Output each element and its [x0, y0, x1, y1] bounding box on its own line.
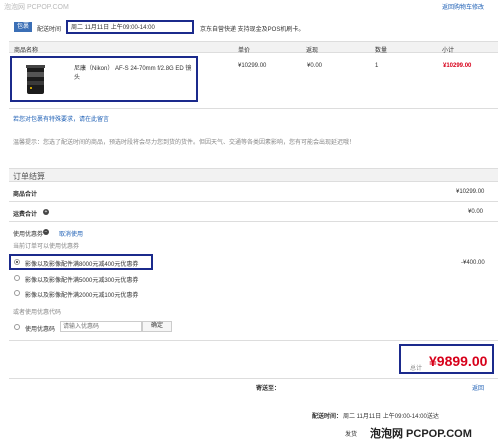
back-to-cart-link[interactable]: 返回购物车修改: [442, 2, 484, 11]
coupon-label: 使用优惠券: [13, 232, 44, 238]
product-name[interactable]: 尼康（Nikon） AF-S 24-70mm f/2.8G ED 镜头: [74, 63, 196, 81]
divider: [9, 221, 498, 222]
table-header: 商品名称 单价 返现 数量 小计: [9, 41, 498, 54]
edit-recipient-link[interactable]: 返回: [472, 383, 484, 392]
coupon-radio-3[interactable]: [14, 290, 20, 296]
coupon-hint: 当前订单可以使用优惠券: [13, 244, 80, 250]
coupon-cancel-link[interactable]: 取消使用: [59, 229, 83, 238]
package-badge: 包裹: [14, 22, 32, 32]
watermark-top: 泡泡网 PCPOP.COM: [4, 4, 69, 11]
coupon-info-icon[interactable]: −: [43, 229, 49, 235]
special-request-link[interactable]: 若您对包裹有特殊要求，请在此留言: [13, 114, 109, 123]
divider: [9, 201, 498, 202]
settlement-header: 订单结算: [9, 168, 498, 182]
col-price-header: 单价: [238, 48, 251, 54]
watermark-bottom: 泡泡网 PCPOP.COM: [370, 428, 472, 440]
coupon-code-radio[interactable]: [14, 324, 20, 330]
goods-total-label: 商品合计: [13, 192, 38, 198]
product-cashback: ¥0.00: [307, 63, 323, 69]
product-qty: 1: [375, 63, 379, 69]
delivery-time-select[interactable]: 周二 11月11日 上午09:00-14:00: [66, 20, 194, 34]
coupon-radio-1[interactable]: [14, 259, 20, 265]
coupon-code-submit-button[interactable]: 确定: [142, 321, 172, 332]
coupon-discount: -¥400.00: [461, 260, 485, 266]
delivery-time-footer-label: 配送时间：: [312, 414, 343, 420]
coupon-option-1[interactable]: 影像以及影像配件满8000元减400元优惠券: [25, 259, 138, 268]
recipient-label: 寄送至：: [256, 386, 281, 392]
coupon-code-input[interactable]: [60, 321, 142, 332]
coupon-option-2[interactable]: 影像以及影像配件满5000元减300元优惠券: [25, 275, 138, 284]
ship-label: 发货: [345, 432, 358, 438]
product-row-highlight: 尼康（Nikon） AF-S 24-70mm f/2.8G ED 镜头: [10, 56, 198, 102]
total-highlight: 总计 ¥9899.00: [399, 344, 494, 374]
product-subtotal: ¥10299.00: [443, 63, 472, 69]
divider: [9, 378, 498, 379]
product-thumbnail[interactable]: [18, 63, 60, 97]
shipping-label: 运费合计: [13, 212, 38, 218]
coupon-code-label: 使用优惠码: [25, 327, 56, 333]
lens-image: [26, 65, 45, 94]
shipping-info-icon[interactable]: +: [43, 209, 49, 215]
delivery-note: 京东自营快递 支持现金及POS机刷卡。: [200, 27, 305, 33]
delivery-time-value: 周二 11月11日 上午09:00-14:00: [71, 25, 155, 31]
coupon-option-3[interactable]: 影像以及影像配件满2000元减100元优惠券: [25, 290, 138, 299]
delivery-tip: 温馨提示：您选了配送时间的商品，预选时段将会尽力您到货的货件。但因天气、交通等各…: [13, 140, 356, 146]
col-cashback-header: 返现: [306, 48, 319, 54]
coupon-code-hint: 或者使用优惠代码: [13, 310, 62, 316]
settlement-title: 订单结算: [13, 172, 45, 181]
coupon-radio-2[interactable]: [14, 275, 20, 281]
delivery-time-footer-value: 周二 11月11日 上午09:00-14:00送达: [343, 414, 439, 420]
delivery-time-label: 配送时间: [37, 27, 62, 33]
col-qty-header: 数量: [375, 48, 388, 54]
col-subtotal-header: 小计: [442, 48, 455, 54]
shipping-value: ¥0.00: [468, 209, 484, 215]
divider: [9, 340, 498, 341]
product-price: ¥10299.00: [238, 63, 267, 69]
total-label: 总计: [410, 366, 423, 372]
total-value: ¥9899.00: [429, 353, 488, 369]
divider: [9, 108, 498, 109]
col-name-header: 商品名称: [14, 48, 39, 54]
goods-total-value: ¥10299.00: [456, 189, 485, 195]
